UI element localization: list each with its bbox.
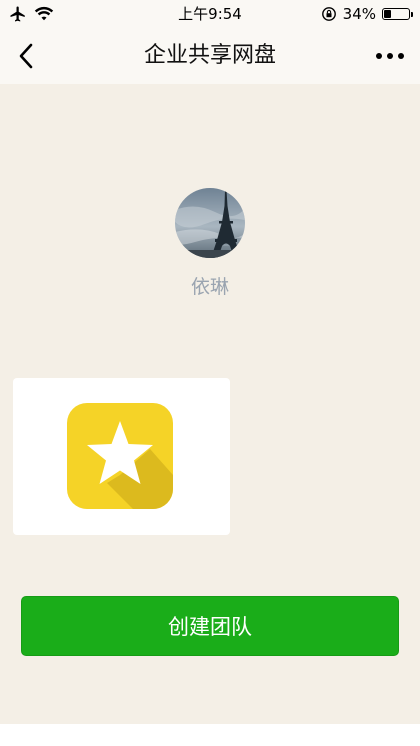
nav-bar: 企业共享网盘 [0,28,420,84]
battery-level [384,10,391,18]
status-right: 34% [321,3,413,25]
eiffel-tower-avatar-image [175,188,245,258]
more-dot [387,53,393,59]
star-icon [67,403,173,509]
more-button[interactable] [370,36,410,76]
page-title: 企业共享网盘 [143,43,276,68]
back-button[interactable] [6,36,46,76]
user-name: 依琳 [190,276,229,298]
more-dots-icon [376,53,382,59]
status-bar: 上午9:54 34% [0,0,420,28]
chevron-left-icon [19,43,33,69]
rotation-lock-icon [321,7,336,21]
bottom-strip [0,724,420,746]
avatar[interactable] [175,188,245,258]
more-dot [398,53,404,59]
battery-icon [382,8,413,20]
favorites-card[interactable] [13,378,230,535]
create-team-button[interactable]: 创建团队 [21,596,399,656]
battery-percent: 34% [342,5,376,23]
